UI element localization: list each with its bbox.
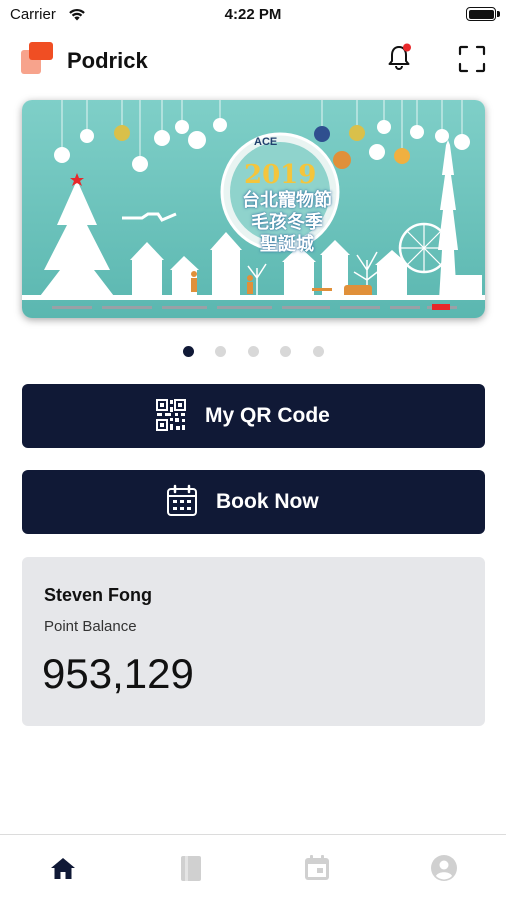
my-qr-code-button[interactable]: My QR Code [22, 384, 485, 448]
point-balance-value: 953,129 [42, 650, 194, 697]
status-time: 4:22 PM [224, 6, 282, 23]
notification-bell-icon[interactable] [384, 42, 414, 72]
point-balance-label: Point Balance [44, 618, 137, 635]
status-bar: Carrier 4:22 PM [0, 0, 506, 30]
qr-code-icon [156, 399, 186, 431]
app-title: Podrick [67, 48, 148, 73]
calendar-tab-icon[interactable] [302, 853, 332, 883]
pager-dot-active[interactable] [183, 346, 194, 357]
fullscreen-scan-icon[interactable] [457, 44, 487, 74]
pager-dot[interactable] [215, 346, 226, 357]
profile-icon[interactable] [429, 853, 459, 883]
pager-dot[interactable] [313, 346, 324, 357]
book-icon[interactable] [176, 853, 206, 883]
promo-banner[interactable]: ACE 2019 台北寵物節 毛孩冬季 聖誕城 [22, 100, 485, 318]
book-now-label: Book Now [216, 490, 319, 513]
my-qr-code-label: My QR Code [205, 404, 330, 427]
app-header: Podrick [0, 36, 506, 82]
calendar-icon [167, 484, 197, 516]
book-now-button[interactable]: Book Now [22, 470, 485, 534]
banner-brand: ACE [254, 136, 278, 148]
points-card: Steven Fong Point Balance 953,129 [22, 557, 485, 726]
battery-icon [466, 7, 500, 21]
banner-title-line-3: 聖誕城 [260, 234, 314, 254]
notification-dot [403, 43, 411, 52]
pager-dot[interactable] [280, 346, 291, 357]
app-logo [21, 42, 53, 74]
home-icon[interactable] [48, 853, 78, 883]
member-name: Steven Fong [44, 585, 153, 605]
bottom-tab-bar [0, 834, 506, 900]
banner-pager [0, 346, 506, 358]
pager-dot[interactable] [248, 346, 259, 357]
